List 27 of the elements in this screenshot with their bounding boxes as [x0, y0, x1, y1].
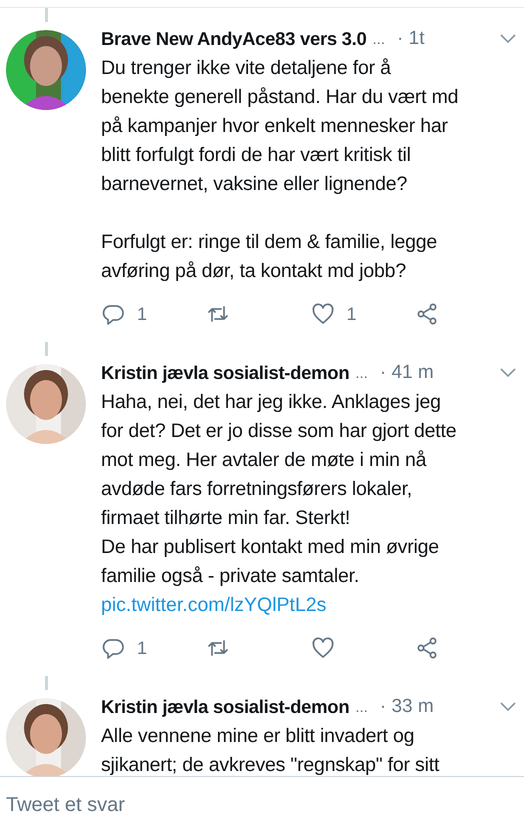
count-text: 1	[346, 304, 357, 324]
heart-icon[interactable]	[310, 302, 334, 326]
author-name: Kristin jævla sosialist-demon	[101, 362, 350, 384]
handle-text: ...	[372, 30, 386, 48]
tweet-text: Haha, nei, det har jeg ikke. Anklages jeg for det? Det er jo disse som har gjort dette mot meg. Her avtaler de møte i min nå avdøde fars forretningsførers lokaler, firmaet tilhørte min far. Sterkt! De har publisert kontakt med min øvrige familie også - private samtaler.	[101, 390, 458, 589]
chevron-down-icon[interactable]	[500, 34, 516, 44]
share-icon[interactable]	[415, 636, 440, 660]
tweet-text: Du trenger ikke vite detaljene for å benekte generell påstand. Har du vært md på kampanjer hvor enkelt mennesker har blitt forfulgt fordi de har vært kritisk til barnevernet, vaksine eller lignende?	[101, 56, 460, 197]
heart-icon[interactable]	[310, 636, 334, 660]
handle-text: ...	[355, 364, 368, 382]
chevron-down-icon[interactable]	[500, 702, 516, 712]
timestamp: · 33 m	[380, 696, 434, 718]
share-icon[interactable]	[415, 302, 440, 326]
count-text: 1	[137, 304, 148, 324]
chevron-down-icon[interactable]	[500, 368, 516, 378]
speech-bubble-icon[interactable]	[101, 636, 125, 660]
count-text: 1	[137, 638, 148, 658]
link[interactable]: pic.twitter.com/lzYQlPtL2s	[101, 591, 326, 620]
author-name: Brave New AndyAce83 vers 3.0	[101, 28, 366, 50]
timestamp: · 1t	[397, 28, 424, 50]
author-name: Kristin jævla sosialist-demon	[101, 696, 350, 718]
handle-text: ...	[355, 698, 368, 716]
timestamp: · 41 m	[380, 362, 434, 384]
reply-field[interactable]: Tweet et svar	[6, 794, 306, 816]
tweet-text: Alle vennene mine er blitt invadert og sjikanert; de avkreves "regnskap" for sitt	[101, 724, 440, 776]
speech-bubble-icon[interactable]	[101, 302, 125, 326]
tweet-text: Forfulgt er: ringe til dem & familie, legge avføring på dør, ta kontakt md jobb?	[101, 230, 438, 284]
